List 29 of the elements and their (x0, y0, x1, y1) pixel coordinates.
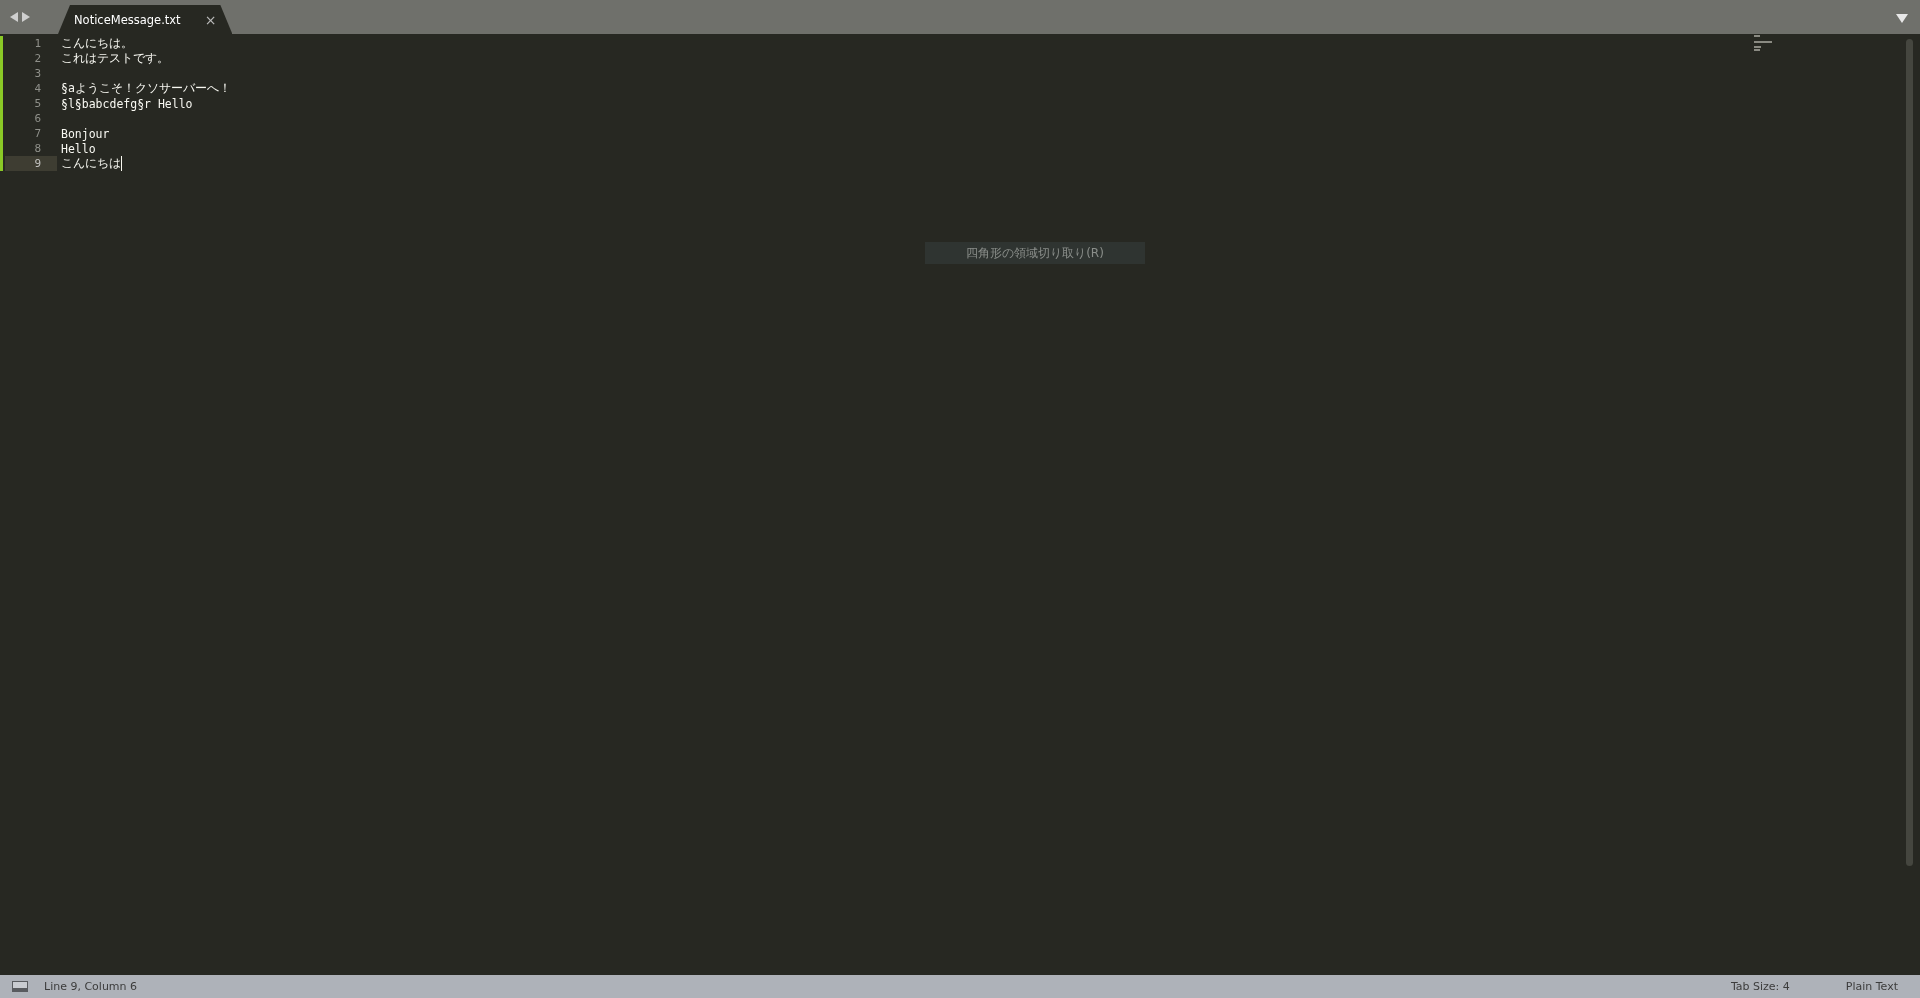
text-caret (121, 156, 122, 171)
line-number: 7 (33, 126, 42, 141)
tooltip: 四角形の領域切り取り(R) (925, 242, 1145, 264)
file-tab[interactable]: NoticeMessage.txt × (58, 5, 233, 34)
line-number: 8 (33, 141, 42, 156)
code-line: これはテストです。 (61, 51, 169, 66)
line-number: 5 (33, 96, 42, 111)
forward-arrow-icon[interactable] (22, 12, 30, 22)
syntax-selector[interactable]: Plain Text (1845, 980, 1898, 993)
code-line: こんにちは (61, 156, 121, 171)
panel-toggle-icon[interactable] (12, 981, 28, 992)
line-number: 1 (33, 36, 42, 51)
line-number: 3 (33, 66, 42, 81)
cursor-position: Line 9, Column 6 (44, 980, 138, 993)
back-arrow-icon[interactable] (10, 12, 18, 22)
code-line: こんにちは。 (61, 36, 133, 51)
code-line: Bonjour (61, 126, 110, 141)
line-number: 9 (5, 156, 57, 171)
minimap-drawing[interactable] (1754, 35, 1772, 51)
code-line: Hello (61, 141, 96, 156)
tab-size-selector[interactable]: Tab Size: 4 (1730, 980, 1790, 993)
code-line: §aようこそ！クソサーバーへ！ (61, 81, 231, 96)
line-number: 6 (33, 111, 42, 126)
close-icon[interactable]: × (204, 11, 217, 28)
code-line: §l§babcdefg§r Hello (61, 96, 193, 111)
scrollbar-thumb[interactable] (1906, 39, 1913, 866)
dropdown-arrow-icon[interactable] (1896, 14, 1908, 23)
line-number: 2 (33, 51, 42, 66)
line-number: 4 (33, 81, 42, 96)
